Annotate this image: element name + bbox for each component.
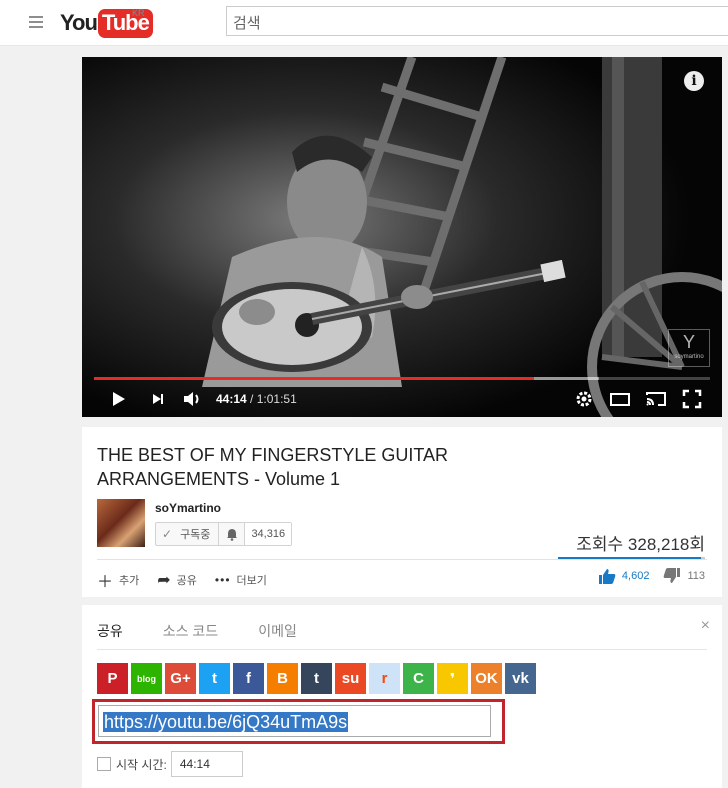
masthead: You Tube KR 검색	[0, 0, 728, 46]
next-icon[interactable]	[146, 387, 170, 411]
share-button[interactable]: ➦ 공유	[157, 568, 197, 592]
thumbs-up-icon	[598, 569, 616, 584]
check-icon: ✓	[162, 527, 173, 541]
view-count: 조회수 328,218회	[576, 535, 705, 554]
rating-area: 4,602 113	[598, 568, 705, 584]
like-count: 4,602	[621, 570, 650, 582]
start-time-checkbox[interactable]	[97, 757, 111, 771]
settings-icon[interactable]	[572, 387, 596, 411]
video-info-card: THE BEST OF MY FINGERSTYLE GUITAR ARRANG…	[82, 427, 722, 597]
start-time-label: 시작 시간:	[116, 757, 167, 772]
more-button[interactable]: ••• 더보기	[215, 568, 267, 592]
hamburger-menu-icon[interactable]	[29, 16, 43, 28]
odnoklassniki-share-icon[interactable]: OK	[471, 663, 502, 694]
kakaostory-share-icon[interactable]: ❜	[437, 663, 468, 694]
notification-bell-icon[interactable]	[219, 523, 246, 545]
start-time-row: 시작 시간: 44:14	[97, 751, 243, 777]
stumbleupon-share-icon[interactable]: su	[335, 663, 366, 694]
video-frame	[82, 57, 722, 417]
share-label: 공유	[176, 575, 197, 587]
info-icon[interactable]: i	[684, 71, 704, 91]
logo-you-text: You	[60, 10, 98, 35]
progress-bar[interactable]	[94, 377, 710, 380]
video-title: THE BEST OF MY FINGERSTYLE GUITAR ARRANG…	[97, 445, 449, 489]
more-label: 더보기	[236, 575, 267, 587]
volume-icon[interactable]	[180, 387, 204, 411]
time-separator: /	[246, 392, 257, 406]
region-code: KR	[132, 8, 145, 18]
dislike-button[interactable]: 113	[663, 568, 705, 584]
subscriber-count: 34,316	[245, 523, 292, 545]
cyworld-share-icon[interactable]: C	[403, 663, 434, 694]
social-share-buttons: Pblog G+ t f Bt su r C ❜ OK vk	[97, 663, 539, 694]
share-arrow-icon: ➦	[157, 572, 171, 589]
subscribe-group: ✓ 구독중 34,316	[155, 522, 293, 546]
share-url-text: https://youtu.be/6jQ34uTmA9s	[103, 712, 349, 732]
google-plus-share-icon[interactable]: G+	[165, 663, 196, 694]
close-icon[interactable]: ×	[701, 617, 710, 635]
naver-blog-share-icon[interactable]: blog	[131, 663, 162, 694]
tumblr-share-icon[interactable]: t	[301, 663, 332, 694]
share-url-field[interactable]: https://youtu.be/6jQ34uTmA9s	[98, 705, 491, 737]
channel-avatar[interactable]	[97, 499, 145, 547]
dislike-count: 113	[687, 570, 705, 582]
video-player[interactable]: i Y soymartino 44:14 / 1:01:51	[82, 57, 722, 417]
player-controls: 44:14 / 1:01:51	[82, 383, 722, 413]
channel-watermark[interactable]: Y soymartino	[668, 329, 710, 367]
search-input[interactable]: 검색	[226, 6, 728, 36]
watermark-text: soymartino	[674, 354, 704, 360]
twitter-share-icon[interactable]: t	[199, 663, 230, 694]
duration: 1:01:51	[256, 392, 297, 406]
vk-share-icon[interactable]: vk	[505, 663, 536, 694]
pinterest-share-icon[interactable]: P	[97, 663, 128, 694]
play-icon[interactable]	[106, 387, 130, 411]
theater-mode-icon[interactable]	[608, 387, 632, 411]
share-tabs: 공유 소스 코드 이메일	[97, 621, 337, 641]
watermark-letter: Y	[682, 332, 695, 352]
fullscreen-icon[interactable]	[680, 387, 704, 411]
facebook-share-icon[interactable]: f	[233, 663, 264, 694]
thumbs-down-icon	[664, 568, 681, 583]
channel-name[interactable]: soYmartino	[155, 501, 221, 515]
share-panel: 공유 소스 코드 이메일 × Pblog G+ t f Bt su r C ❜ OK vk http…	[82, 605, 722, 788]
divider	[97, 559, 707, 560]
like-button[interactable]: 4,602	[598, 568, 650, 584]
action-row: ＋ 추가 ➦ 공유 ••• 더보기	[97, 568, 285, 592]
progress-played	[94, 377, 535, 380]
current-time: 44:14	[216, 392, 247, 406]
start-time-input[interactable]: 44:14	[170, 751, 243, 777]
subscribed-label: 구독중	[180, 529, 211, 541]
tab-email[interactable]: 이메일	[258, 621, 297, 641]
subscribed-button[interactable]: ✓ 구독중	[156, 523, 220, 545]
more-dots-icon: •••	[214, 573, 231, 587]
tab-share[interactable]: 공유	[97, 621, 123, 641]
add-to-button[interactable]: ＋ 추가	[97, 568, 139, 592]
cast-icon[interactable]	[644, 387, 668, 411]
tab-embed[interactable]: 소스 코드	[163, 621, 218, 641]
divider	[97, 649, 707, 650]
blogger-share-icon[interactable]: B	[267, 663, 298, 694]
plus-icon: ＋	[97, 574, 114, 591]
add-label: 추가	[119, 575, 140, 587]
reddit-share-icon[interactable]: r	[369, 663, 400, 694]
time-display: 44:14 / 1:01:51	[216, 392, 297, 406]
